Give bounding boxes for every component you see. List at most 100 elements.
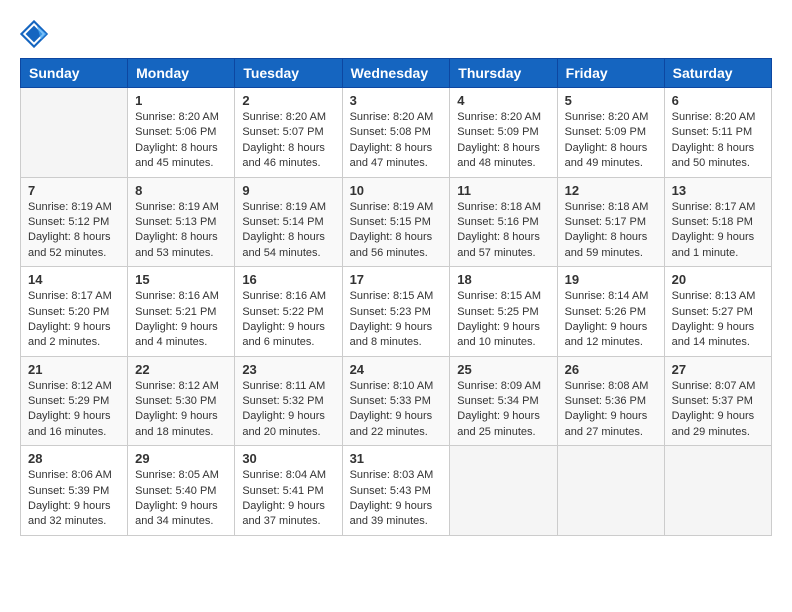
calendar-day-cell: 24 Sunrise: 8:10 AMSunset: 5:33 PMDayligh…: [342, 356, 450, 446]
day-info: Sunrise: 8:17 AMSunset: 5:18 PMDaylight:…: [672, 200, 764, 262]
day-info: Sunrise: 8:16 AMSunset: 5:22 PMDaylight:…: [242, 289, 334, 351]
day-of-week-header: Sunday: [21, 59, 128, 88]
day-number: 13: [672, 183, 764, 198]
day-info: Sunrise: 8:09 AMSunset: 5:34 PMDaylight:…: [457, 379, 549, 441]
day-info: Sunrise: 8:19 AMSunset: 5:13 PMDaylight:…: [135, 200, 227, 262]
day-info: Sunrise: 8:07 AMSunset: 5:37 PMDaylight:…: [672, 379, 764, 441]
calendar-day-cell: 12Sunrise: 8:18 AMSunset: 5:17 PMDayligh…: [557, 177, 664, 267]
calendar-day-cell: 28 Sunrise: 8:06 AMSunset: 5:39 PMDayligh…: [21, 446, 128, 536]
day-info: Sunrise: 8:19 AMSunset: 5:14 PMDaylight:…: [242, 200, 334, 262]
day-of-week-header: Wednesday: [342, 59, 450, 88]
day-number: 25: [457, 362, 549, 377]
calendar-day-cell: 23 Sunrise: 8:11 AMSunset: 5:32 PMDayligh…: [235, 356, 342, 446]
day-info: Sunrise: 8:14 AMSunset: 5:26 PMDaylight:…: [565, 289, 657, 351]
calendar-day-cell: 18 Sunrise: 8:15 AMSunset: 5:25 PMDayligh…: [450, 267, 557, 357]
calendar-day-cell: 15 Sunrise: 8:16 AMSunset: 5:21 PMDayligh…: [128, 267, 235, 357]
calendar-day-cell: 4 Sunrise: 8:20 AMSunset: 5:09 PMDaylight…: [450, 88, 557, 178]
day-info: Sunrise: 8:04 AMSunset: 5:41 PMDaylight:…: [242, 468, 334, 530]
calendar-week-row: 28 Sunrise: 8:06 AMSunset: 5:39 PMDayligh…: [21, 446, 772, 536]
calendar-week-row: 7 Sunrise: 8:19 AMSunset: 5:12 PMDaylight…: [21, 177, 772, 267]
calendar-day-cell: 20 Sunrise: 8:13 AMSunset: 5:27 PMDayligh…: [664, 267, 771, 357]
calendar-day-cell: 5Sunrise: 8:20 AMSunset: 5:09 PMDaylight…: [557, 88, 664, 178]
day-info: Sunrise: 8:08 AMSunset: 5:36 PMDaylight:…: [565, 379, 657, 441]
day-number: 17: [350, 272, 443, 287]
day-number: 9: [242, 183, 334, 198]
calendar-table: SundayMondayTuesdayWednesdayThursdayFrid…: [20, 58, 772, 536]
day-info: Sunrise: 8:20 AMSunset: 5:07 PMDaylight:…: [242, 110, 334, 172]
day-number: 16: [242, 272, 334, 287]
day-info: Sunrise: 8:15 AMSunset: 5:23 PMDaylight:…: [350, 289, 443, 351]
page-header: [20, 20, 772, 48]
calendar-day-cell: 13 Sunrise: 8:17 AMSunset: 5:18 PMDayligh…: [664, 177, 771, 267]
logo: [20, 20, 50, 48]
calendar-day-cell: [450, 446, 557, 536]
calendar-day-cell: 21 Sunrise: 8:12 AMSunset: 5:29 PMDayligh…: [21, 356, 128, 446]
day-info: Sunrise: 8:03 AMSunset: 5:43 PMDaylight:…: [350, 468, 443, 530]
day-info: Sunrise: 8:06 AMSunset: 5:39 PMDaylight:…: [28, 468, 120, 530]
day-info: Sunrise: 8:19 AMSunset: 5:12 PMDaylight:…: [28, 200, 120, 262]
day-of-week-header: Saturday: [664, 59, 771, 88]
day-info: Sunrise: 8:20 AMSunset: 5:09 PMDaylight:…: [457, 110, 549, 172]
calendar-week-row: 1 Sunrise: 8:20 AMSunset: 5:06 PMDaylight…: [21, 88, 772, 178]
day-number: 20: [672, 272, 764, 287]
day-number: 6: [672, 93, 764, 108]
day-info: Sunrise: 8:05 AMSunset: 5:40 PMDaylight:…: [135, 468, 227, 530]
day-number: 10: [350, 183, 443, 198]
calendar-day-cell: 16 Sunrise: 8:16 AMSunset: 5:22 PMDayligh…: [235, 267, 342, 357]
day-info: Sunrise: 8:15 AMSunset: 5:25 PMDaylight:…: [457, 289, 549, 351]
day-info: Sunrise: 8:17 AMSunset: 5:20 PMDaylight:…: [28, 289, 120, 351]
calendar-day-cell: 7 Sunrise: 8:19 AMSunset: 5:12 PMDaylight…: [21, 177, 128, 267]
day-info: Sunrise: 8:11 AMSunset: 5:32 PMDaylight:…: [242, 379, 334, 441]
calendar-day-cell: 14 Sunrise: 8:17 AMSunset: 5:20 PMDayligh…: [21, 267, 128, 357]
day-number: 28: [28, 451, 120, 466]
calendar-day-cell: 27 Sunrise: 8:07 AMSunset: 5:37 PMDayligh…: [664, 356, 771, 446]
calendar-day-cell: 8 Sunrise: 8:19 AMSunset: 5:13 PMDaylight…: [128, 177, 235, 267]
logo-icon: [20, 20, 48, 48]
day-info: Sunrise: 8:18 AMSunset: 5:16 PMDaylight:…: [457, 200, 549, 262]
calendar-day-cell: 30 Sunrise: 8:04 AMSunset: 5:41 PMDayligh…: [235, 446, 342, 536]
calendar-week-row: 21 Sunrise: 8:12 AMSunset: 5:29 PMDayligh…: [21, 356, 772, 446]
day-number: 3: [350, 93, 443, 108]
calendar-day-cell: 19 Sunrise: 8:14 AMSunset: 5:26 PMDayligh…: [557, 267, 664, 357]
calendar-day-cell: 11 Sunrise: 8:18 AMSunset: 5:16 PMDayligh…: [450, 177, 557, 267]
day-number: 27: [672, 362, 764, 377]
day-number: 11: [457, 183, 549, 198]
day-number: 4: [457, 93, 549, 108]
day-info: Sunrise: 8:20 AMSunset: 5:08 PMDaylight:…: [350, 110, 443, 172]
day-number: 5: [565, 93, 657, 108]
day-number: 8: [135, 183, 227, 198]
day-info: Sunrise: 8:13 AMSunset: 5:27 PMDaylight:…: [672, 289, 764, 351]
day-number: 22: [135, 362, 227, 377]
calendar-day-cell: [664, 446, 771, 536]
day-info: Sunrise: 8:20 AMSunset: 5:06 PMDaylight:…: [135, 110, 227, 172]
day-info: Sunrise: 8:19 AMSunset: 5:15 PMDaylight:…: [350, 200, 443, 262]
day-number: 24: [350, 362, 443, 377]
day-of-week-header: Thursday: [450, 59, 557, 88]
calendar-day-cell: 29 Sunrise: 8:05 AMSunset: 5:40 PMDayligh…: [128, 446, 235, 536]
day-info: Sunrise: 8:16 AMSunset: 5:21 PMDaylight:…: [135, 289, 227, 351]
day-info: Sunrise: 8:12 AMSunset: 5:29 PMDaylight:…: [28, 379, 120, 441]
day-of-week-header: Monday: [128, 59, 235, 88]
calendar-day-cell: [557, 446, 664, 536]
day-number: 14: [28, 272, 120, 287]
day-number: 30: [242, 451, 334, 466]
day-number: 15: [135, 272, 227, 287]
calendar-day-cell: 25 Sunrise: 8:09 AMSunset: 5:34 PMDayligh…: [450, 356, 557, 446]
calendar-day-cell: 9 Sunrise: 8:19 AMSunset: 5:14 PMDaylight…: [235, 177, 342, 267]
day-number: 19: [565, 272, 657, 287]
calendar-day-cell: 1 Sunrise: 8:20 AMSunset: 5:06 PMDaylight…: [128, 88, 235, 178]
day-info: Sunrise: 8:12 AMSunset: 5:30 PMDaylight:…: [135, 379, 227, 441]
day-number: 23: [242, 362, 334, 377]
day-number: 1: [135, 93, 227, 108]
calendar-day-cell: 26Sunrise: 8:08 AMSunset: 5:36 PMDayligh…: [557, 356, 664, 446]
day-info: Sunrise: 8:10 AMSunset: 5:33 PMDaylight:…: [350, 379, 443, 441]
calendar-day-cell: 3 Sunrise: 8:20 AMSunset: 5:08 PMDaylight…: [342, 88, 450, 178]
calendar-day-cell: 2Sunrise: 8:20 AMSunset: 5:07 PMDaylight…: [235, 88, 342, 178]
day-number: 7: [28, 183, 120, 198]
day-number: 21: [28, 362, 120, 377]
day-number: 31: [350, 451, 443, 466]
day-number: 18: [457, 272, 549, 287]
calendar-day-cell: [21, 88, 128, 178]
day-number: 29: [135, 451, 227, 466]
day-info: Sunrise: 8:18 AMSunset: 5:17 PMDaylight:…: [565, 200, 657, 262]
